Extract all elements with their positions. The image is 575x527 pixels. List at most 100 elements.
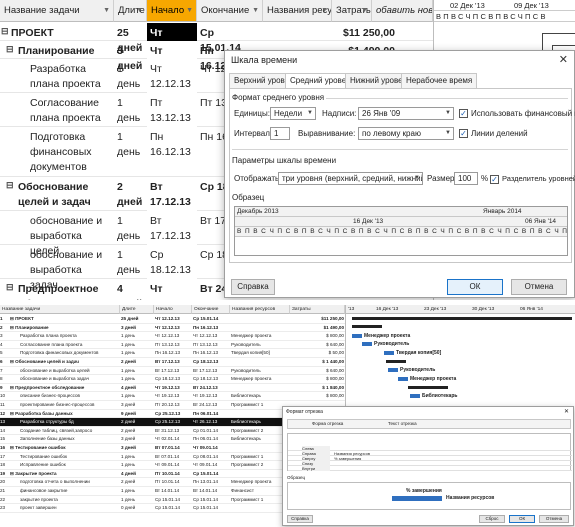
b-cell-dur[interactable]: 1 день bbox=[121, 392, 154, 400]
task-name-cell[interactable]: Предпроектное обследование bbox=[0, 279, 114, 300]
b-cell-name[interactable]: ⊟ Тестирование ошибок bbox=[10, 444, 120, 452]
b-cell-start[interactable]: Чт 19.12.13 bbox=[155, 392, 192, 400]
b-cell-start[interactable]: Пт 10.01.14 bbox=[155, 470, 192, 478]
b-cell-n[interactable]: 1 bbox=[0, 315, 9, 323]
b-cell-dur[interactable]: 4 дней bbox=[121, 384, 154, 392]
start-cell[interactable]: Чт 19.12.13 bbox=[147, 279, 197, 300]
b-cell-finish[interactable]: Ср 01.01.14 bbox=[193, 427, 230, 435]
b-cell-name[interactable]: Подготовка финансовых документов bbox=[10, 349, 120, 357]
b-cell-finish[interactable]: Пн 13.01.14 bbox=[193, 478, 230, 486]
ok-button[interactable]: ОК bbox=[509, 515, 535, 523]
b-task-row[interactable]: 8 обоснование и выработка задач 1 день Ср 1… bbox=[0, 375, 345, 384]
b-cell-cost[interactable]: $ 50,00 bbox=[291, 349, 344, 357]
b-cell-start[interactable]: Чт 12.12.13 bbox=[155, 324, 192, 332]
b-cell-cost[interactable]: $ 640,00 bbox=[291, 341, 344, 349]
b-col-resources[interactable]: Названия ресурсов bbox=[230, 305, 290, 314]
b-cell-finish[interactable]: Ср 08.01.14 bbox=[193, 453, 230, 461]
b-cell-start[interactable]: Чт 12.12.13 bbox=[155, 332, 192, 340]
b-cell-n[interactable]: 17 bbox=[0, 453, 9, 461]
b-cell-n[interactable]: 2 bbox=[0, 324, 9, 332]
b-cell-dur[interactable]: 25 дней bbox=[121, 315, 154, 323]
start-cell[interactable]: Чт 12.12.13 bbox=[147, 59, 197, 95]
b-cell-res[interactable]: Руководитель bbox=[231, 341, 290, 349]
tab-bar-text[interactable]: Текст отрезка bbox=[388, 420, 417, 428]
b-cell-dur[interactable]: 1 день bbox=[121, 332, 154, 340]
b-cell-finish[interactable]: Ср 18.12.13 bbox=[193, 358, 230, 366]
b-task-row[interactable]: 6 ⊟ Обоснование целей и задач 2 дней Вт 17.… bbox=[0, 358, 345, 367]
b-cell-n[interactable]: 11 bbox=[0, 401, 9, 409]
b-task-row[interactable]: 9 ⊟ Предпроектное обследование 4 дней Чт 19… bbox=[0, 384, 345, 393]
b-cell-n[interactable]: 3 bbox=[0, 332, 9, 340]
b-cell-start[interactable]: Чт 02.01.14 bbox=[155, 435, 192, 443]
b-cell-start[interactable]: Вт 17.12.13 bbox=[155, 358, 192, 366]
show-levels-select[interactable]: три уровня (верхний, средний, нижний) ▼ bbox=[278, 172, 423, 185]
b-cell-finish[interactable]: Пн 16.12.13 bbox=[193, 324, 230, 332]
b-cell-cost[interactable]: $11 250,00 bbox=[291, 315, 344, 323]
cancel-button[interactable]: Отмена bbox=[539, 515, 569, 523]
b-task-row[interactable]: 4 Согласование плана проекта 1 день Пт 13.1… bbox=[0, 341, 345, 350]
b-cell-name[interactable]: Разработка плана проекта bbox=[10, 332, 120, 340]
b-cell-n[interactable]: 7 bbox=[0, 367, 9, 375]
b-cell-dur[interactable]: 3 дней bbox=[121, 435, 154, 443]
b-cell-n[interactable]: 13 bbox=[0, 418, 9, 426]
col-header-resources[interactable]: Названия ресурсов▼ bbox=[263, 0, 332, 22]
b-cell-finish[interactable]: Пт 13.12.13 bbox=[193, 341, 230, 349]
b-col-task-name[interactable]: Название задачи bbox=[0, 305, 120, 314]
b-cell-finish[interactable]: Пн 16.12.13 bbox=[193, 349, 230, 357]
start-cell[interactable]: Вт 17.12.13 bbox=[147, 211, 197, 247]
duration-cell[interactable]: 1 день bbox=[114, 245, 147, 281]
dropdown-arrow-icon[interactable]: ▼ bbox=[321, 0, 328, 21]
b-cell-finish[interactable]: Ср 15.01.14 bbox=[193, 470, 230, 478]
b-cell-start[interactable]: Вт 07.01.14 bbox=[155, 453, 192, 461]
align-select[interactable]: по левому краю ▼ bbox=[358, 127, 454, 140]
task-row[interactable]: ⊟ПРОЕКТ25 днейЧт 12.12.13Ср 15.01.14$11 … bbox=[0, 23, 433, 59]
interval-spinner[interactable]: 1 bbox=[270, 127, 290, 140]
b-cell-n[interactable]: 23 bbox=[0, 504, 9, 512]
b-cell-start[interactable]: Чт 09.01.14 bbox=[155, 461, 192, 469]
duration-cell[interactable]: 1 день bbox=[114, 127, 147, 163]
b-cell-name[interactable]: ⊟ Предпроектное обследование bbox=[10, 384, 120, 392]
b-col-finish[interactable]: Окончание bbox=[192, 305, 230, 314]
b-task-row[interactable]: 3 Разработка плана проекта 1 день Чт 12.12.… bbox=[0, 332, 345, 341]
b-cell-dur[interactable]: 1 день bbox=[121, 349, 154, 357]
b-cell-dur[interactable]: 3 дней bbox=[121, 324, 154, 332]
task-name-cell[interactable]: Разработка плана проекта bbox=[0, 59, 114, 95]
dropdown-arrow-icon[interactable]: ▼ bbox=[136, 0, 143, 21]
b-cell-cost[interactable]: $ 1 840,00 bbox=[291, 384, 344, 392]
col-header-add-new[interactable]: обавить новый сто bbox=[372, 0, 433, 22]
b-cell-finish[interactable]: Вт 24.12.13 bbox=[193, 384, 230, 392]
fiscal-year-checkbox[interactable]: ✓ bbox=[459, 109, 468, 118]
b-cell-name[interactable]: ⊟ Закрытие проекта bbox=[10, 470, 120, 478]
b-cell-name[interactable]: ⊟ Обоснование целей и задач bbox=[10, 358, 120, 366]
b-cell-n[interactable]: 4 bbox=[0, 341, 9, 349]
b-cell-start[interactable]: Пт 20.12.13 bbox=[155, 401, 192, 409]
b-cell-start[interactable]: Ср 18.12.13 bbox=[155, 375, 192, 383]
b-cell-cost[interactable]: $ 640,00 bbox=[291, 367, 344, 375]
b-cell-name[interactable]: описание бизнес-процессов bbox=[10, 392, 120, 400]
b-cell-finish[interactable]: Ср 15.01.14 bbox=[193, 496, 230, 504]
b-cell-name[interactable]: ⊟ Планирование bbox=[10, 324, 120, 332]
b-cell-finish[interactable]: Пн 06.01.14 bbox=[193, 410, 230, 418]
b-cell-finish[interactable]: Ср 15.01.14 bbox=[193, 504, 230, 512]
dropdown-arrow-icon[interactable]: ▼ bbox=[103, 0, 110, 21]
b-col-start[interactable]: Начало bbox=[154, 305, 192, 314]
b-cell-name[interactable]: Тестирование ошибок bbox=[10, 453, 120, 461]
b-cell-n[interactable]: 5 bbox=[0, 349, 9, 357]
col-header-task-name[interactable]: Название задачи ▼ bbox=[0, 0, 114, 22]
size-spinner[interactable]: 100 bbox=[454, 172, 478, 185]
b-cell-name[interactable]: проект завершен bbox=[10, 504, 120, 512]
duration-cell[interactable]: 1 день bbox=[114, 59, 147, 95]
b-cell-n[interactable]: 6 bbox=[0, 358, 9, 366]
b-cell-name[interactable]: финансовое закрытие bbox=[10, 487, 120, 495]
b-cell-name[interactable]: Исправление ошибок bbox=[10, 461, 120, 469]
b-cell-start[interactable]: Вт 17.12.13 bbox=[155, 367, 192, 375]
ok-button[interactable]: ОК bbox=[447, 279, 503, 295]
b-cell-start[interactable]: Ср 25.12.13 bbox=[155, 418, 192, 426]
b-cell-start[interactable]: Чт 19.12.13 bbox=[155, 384, 192, 392]
start-cell[interactable]: Пн 16.12.13 bbox=[147, 127, 197, 163]
tab-bar-shape[interactable]: Форма отрезка bbox=[312, 420, 343, 428]
dropdown-arrow-icon[interactable]: ▼ bbox=[252, 0, 259, 21]
col-header-cost[interactable]: Затраты ▼ bbox=[332, 0, 372, 22]
b-cell-name[interactable]: обоснование и выработка целей bbox=[10, 367, 120, 375]
b-cell-start[interactable]: Вт 07.01.14 bbox=[155, 444, 192, 452]
